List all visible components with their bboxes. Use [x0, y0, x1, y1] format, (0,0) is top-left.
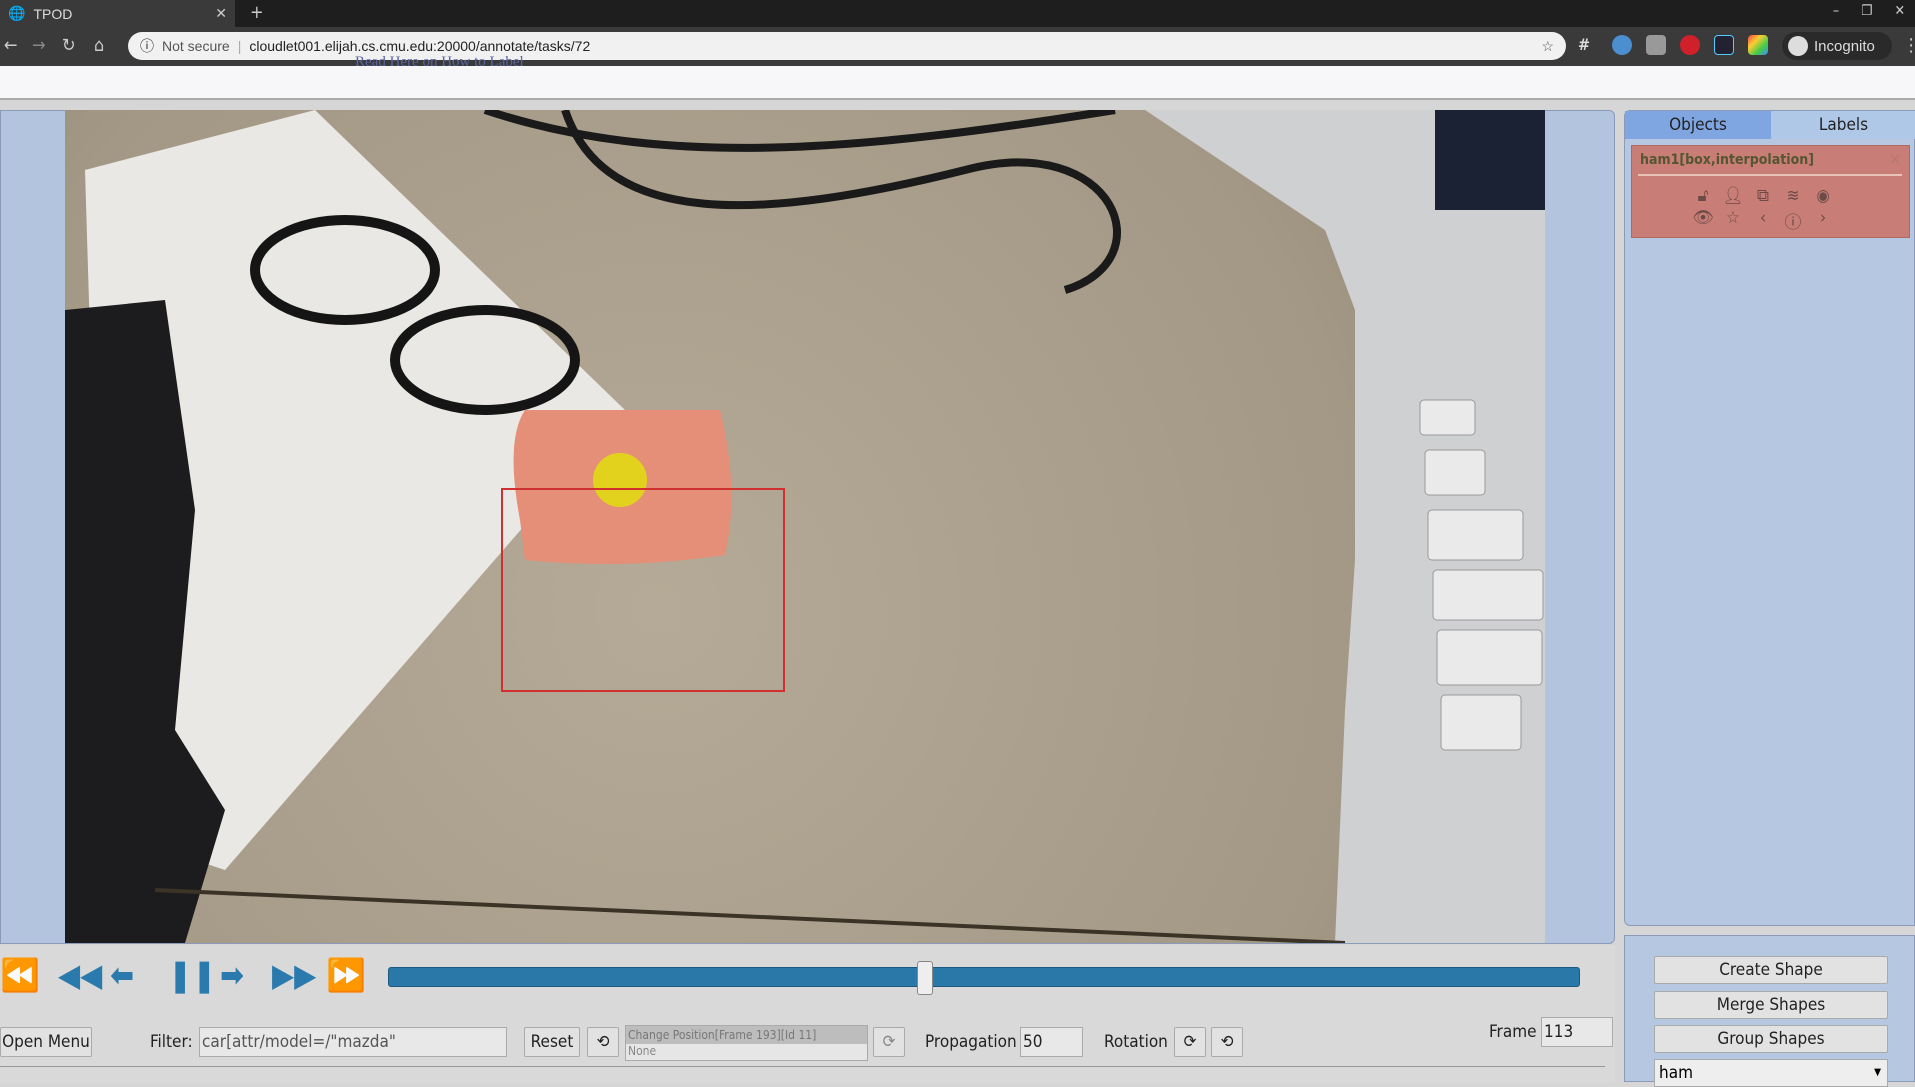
history-item[interactable]: Change Position[Frame 193][Id 11]: [626, 1026, 867, 1044]
menu-icon[interactable]: ⋮: [1903, 35, 1915, 56]
first-frame-icon[interactable]: ⏪: [0, 955, 40, 995]
eye-icon[interactable]: 👁︎: [1692, 208, 1714, 233]
react-extension-icon[interactable]: [1714, 35, 1734, 55]
open-menu-button[interactable]: Open Menu: [0, 1027, 92, 1057]
label-select-value: ham: [1659, 1063, 1693, 1083]
object-title: ham1[box,interpolation]: [1640, 152, 1814, 168]
color-extension-icon[interactable]: [1748, 35, 1768, 55]
k-extension-icon[interactable]: [1646, 35, 1666, 55]
group-shapes-button[interactable]: Group Shapes: [1654, 1025, 1888, 1053]
slider-thumb[interactable]: [916, 961, 933, 995]
hash-extension-icon[interactable]: #: [1578, 35, 1598, 55]
address-bar[interactable]: ⓘ Not secure | cloudlet001.elijah.cs.cmu…: [128, 32, 1566, 60]
frame-label: Frame: [1489, 1022, 1537, 1042]
propagation-label: Propagation: [925, 1032, 1017, 1052]
frame-input[interactable]: 113: [1541, 1017, 1613, 1047]
record-icon[interactable]: ◉: [1812, 186, 1834, 206]
back-icon[interactable]: ←: [4, 35, 18, 56]
hand-extension-icon[interactable]: [1680, 35, 1700, 55]
cables: [561, 110, 1122, 294]
dropdown-arrow-icon: ▼: [1874, 1067, 1881, 1078]
rotate-counterclockwise-icon: ⟲: [1220, 1032, 1234, 1052]
help-link[interactable]: Read Here on How to Label: [355, 54, 524, 71]
close-tab-icon[interactable]: ✕: [215, 5, 227, 22]
next-frame-icon[interactable]: ➡: [220, 955, 244, 995]
copy-icon[interactable]: ⧉: [1752, 186, 1774, 206]
filter-label: Filter:: [150, 1032, 193, 1052]
restore-icon[interactable]: ❐: [1861, 3, 1872, 19]
browser-tab[interactable]: 🌐 TPOD ✕: [0, 0, 235, 27]
laptop-screen: [1435, 110, 1545, 210]
info-icon: ⓘ: [140, 38, 154, 54]
rotate-clockwise-icon: ⟳: [1183, 1032, 1197, 1052]
divider: [0, 1066, 1605, 1067]
tab-title: TPOD: [33, 5, 73, 22]
shape-actions-panel: Create Shape Merge Shapes Group Shapes h…: [1624, 935, 1915, 1087]
undo-button[interactable]: ⟲: [587, 1027, 619, 1057]
window-controls: – ❐ ✕: [1833, 3, 1905, 19]
history-box[interactable]: Change Position[Frame 193][Id 11] None: [625, 1025, 868, 1061]
last-frame-icon[interactable]: ⏩: [326, 955, 366, 995]
home-icon[interactable]: ⌂: [94, 35, 104, 56]
divider: |: [237, 38, 242, 54]
divider: [1638, 174, 1902, 176]
info-icon[interactable]: ⓘ: [1782, 208, 1804, 233]
browser-toolbar: ← → ↻ ⌂ ⓘ Not secure | cloudlet001.elija…: [0, 27, 1915, 66]
objects-panel: Objects Labels ham1[box,interpolation] ✕…: [1624, 110, 1915, 926]
url-text: cloudlet001.elijah.cs.cmu.edu:20000/anno…: [249, 38, 591, 54]
pause-icon[interactable]: ❚❚: [168, 955, 216, 995]
object-card[interactable]: ham1[box,interpolation] ✕ 🔓︎ 👤︎ ⧉ ≋ ◉ 👁︎…: [1631, 145, 1910, 238]
incognito-icon: [1788, 36, 1808, 56]
filter-input[interactable]: car[attr/model=/"mazda": [199, 1027, 507, 1057]
minimize-icon[interactable]: –: [1833, 3, 1839, 19]
layers-icon[interactable]: ≋: [1782, 186, 1804, 206]
v-extension-icon[interactable]: [1612, 35, 1632, 55]
bounding-box-ham1[interactable]: [501, 488, 785, 692]
label-select[interactable]: ham ▼: [1654, 1059, 1888, 1087]
player-controls: ⏪ ◀◀ ⬅ ❚❚ ➡ ▶▶ ⏩ Open Menu Filter: car[a…: [0, 945, 1615, 1082]
rotate-clockwise-button[interactable]: ⟳: [1174, 1027, 1206, 1057]
person-icon[interactable]: 👤︎: [1722, 186, 1744, 206]
fast-backward-icon[interactable]: ◀◀: [58, 955, 102, 995]
reset-button[interactable]: Reset: [524, 1027, 580, 1057]
profile-label: Incognito: [1814, 37, 1875, 55]
security-label: Not secure: [162, 38, 230, 54]
video-frame[interactable]: [65, 110, 1545, 943]
star-icon[interactable]: ☆: [1722, 208, 1744, 233]
unlock-icon[interactable]: 🔓︎: [1692, 186, 1714, 206]
incognito-badge[interactable]: Incognito: [1782, 32, 1892, 60]
merge-shapes-button[interactable]: Merge Shapes: [1654, 991, 1888, 1019]
frame-image: [65, 110, 1545, 943]
rotate-counterclockwise-button[interactable]: ⟲: [1211, 1027, 1243, 1057]
create-shape-button[interactable]: Create Shape: [1654, 956, 1888, 984]
propagation-input[interactable]: 50: [1020, 1027, 1083, 1057]
tab-labels[interactable]: Labels: [1771, 111, 1915, 139]
previous-frame-icon[interactable]: ⬅: [110, 955, 134, 995]
fast-forward-icon[interactable]: ▶▶: [272, 955, 316, 995]
rotation-label: Rotation: [1104, 1032, 1168, 1052]
next-keyframe-icon[interactable]: ›: [1812, 208, 1834, 233]
redo-button[interactable]: ⟳: [873, 1027, 905, 1057]
globe-icon: 🌐: [8, 5, 26, 21]
reload-icon[interactable]: ↻: [62, 35, 76, 56]
close-window-icon[interactable]: ✕: [1894, 3, 1905, 19]
new-tab-button[interactable]: +: [250, 2, 264, 23]
remove-object-icon[interactable]: ✕: [1889, 150, 1901, 169]
page-header: Read Here on How to Label: [0, 54, 1915, 100]
bookmark-star-icon[interactable]: ☆: [1541, 38, 1554, 55]
previous-keyframe-icon[interactable]: ‹: [1752, 208, 1774, 233]
redo-icon: ⟳: [882, 1032, 896, 1052]
frame-slider[interactable]: [388, 961, 1580, 995]
history-item[interactable]: None: [626, 1044, 867, 1058]
forward-icon[interactable]: →: [32, 35, 46, 56]
browser-tab-bar: 🌐 TPOD ✕ + – ❐ ✕: [0, 0, 1915, 27]
extensions: #: [1578, 35, 1768, 55]
tab-objects[interactable]: Objects: [1625, 111, 1771, 139]
undo-icon: ⟲: [596, 1032, 610, 1052]
